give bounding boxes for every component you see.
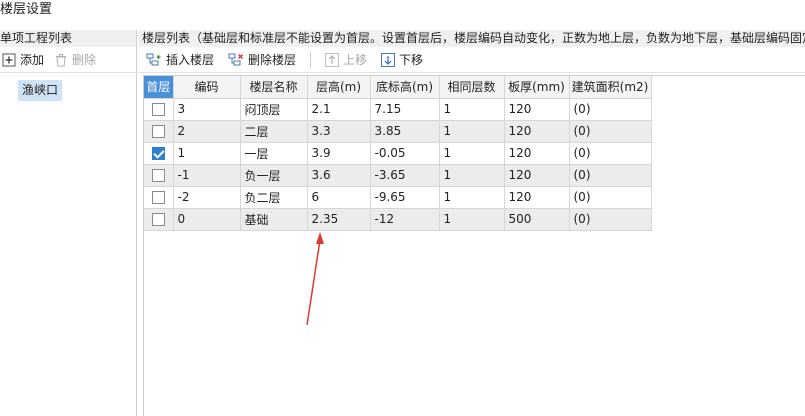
cell-first-floor xyxy=(144,208,174,231)
floor-toolbar: 插入楼层 删除楼层 上移 下移 xyxy=(138,47,805,73)
project-list-header: 单项工程列表 xyxy=(0,30,136,47)
cell-slab-thickness[interactable]: 120 xyxy=(504,98,570,121)
cell-bottom-elevation[interactable]: -9.65 xyxy=(370,186,440,209)
cell-floor-area[interactable]: (0) xyxy=(569,120,652,143)
cell-floor-area[interactable]: (0) xyxy=(569,208,652,231)
cell-floor-area[interactable]: (0) xyxy=(569,142,652,165)
cell-name[interactable]: 负一层 xyxy=(240,164,308,187)
insert-floor-icon xyxy=(146,53,161,65)
insert-floor-button[interactable]: 插入楼层 xyxy=(146,51,214,68)
cell-bottom-elevation[interactable]: 7.15 xyxy=(370,98,440,121)
cell-name[interactable]: 闷顶层 xyxy=(240,98,308,121)
table-header-row: 首层 编码 楼层名称 层高(m) 底标高(m) 相同层数 板厚(mm) 建筑面积… xyxy=(144,76,652,99)
table-row[interactable]: 2 二层 3.3 3.85 1 120 (0) xyxy=(144,120,652,143)
first-floor-checkbox[interactable] xyxy=(151,169,165,182)
cell-height[interactable]: 3.3 xyxy=(307,120,371,143)
project-item-selected[interactable]: 渔峡口 xyxy=(18,80,62,101)
add-icon xyxy=(2,53,16,66)
cell-code[interactable]: 3 xyxy=(173,98,241,121)
first-floor-checkbox[interactable] xyxy=(151,213,165,226)
arrow-up-icon xyxy=(325,52,340,67)
toolbar-separator xyxy=(310,51,312,68)
cell-floor-area[interactable]: (0) xyxy=(569,98,652,121)
col-header-bottom-elevation[interactable]: 底标高(m) xyxy=(370,76,440,99)
cell-code[interactable]: 1 xyxy=(173,142,241,165)
col-header-slab-thickness[interactable]: 板厚(mm) xyxy=(504,76,570,99)
cell-code[interactable]: -1 xyxy=(173,164,241,187)
floor-list-panel: 楼层列表（基础层和标准层不能设置为首层。设置首层后，楼层编码自动变化，正数为地上… xyxy=(138,30,805,416)
cell-height[interactable]: 3.9 xyxy=(307,142,371,165)
add-button[interactable]: 添加 xyxy=(2,51,44,68)
delete-label: 删除 xyxy=(72,53,97,67)
add-label: 添加 xyxy=(20,53,45,67)
cell-name[interactable]: 一层 xyxy=(240,142,308,165)
first-floor-checkbox[interactable] xyxy=(151,103,165,116)
cell-floor-area[interactable]: (0) xyxy=(569,186,652,209)
insert-floor-label: 插入楼层 xyxy=(166,53,215,67)
cell-slab-thickness[interactable]: 120 xyxy=(504,186,570,209)
cell-slab-thickness[interactable]: 120 xyxy=(504,164,570,187)
table-row[interactable]: 1 一层 3.9 -0.05 1 120 (0) xyxy=(144,142,652,165)
cell-same-count[interactable]: 1 xyxy=(439,186,505,209)
col-header-height[interactable]: 层高(m) xyxy=(307,76,371,99)
cell-bottom-elevation[interactable]: 3.85 xyxy=(370,120,440,143)
delete-floor-icon xyxy=(228,53,243,65)
table-row[interactable]: -1 负一层 3.6 -3.65 1 120 (0) xyxy=(144,164,652,187)
cell-same-count[interactable]: 1 xyxy=(439,142,505,165)
floor-list-header: 楼层列表（基础层和标准层不能设置为首层。设置首层后，楼层编码自动变化，正数为地上… xyxy=(138,30,805,47)
cell-same-count[interactable]: 1 xyxy=(439,164,505,187)
project-list-toolbar: 添加 删除 xyxy=(0,47,136,73)
floor-table-container: 首层 编码 楼层名称 层高(m) 底标高(m) 相同层数 板厚(mm) 建筑面积… xyxy=(143,75,805,416)
cell-slab-thickness[interactable]: 500 xyxy=(504,208,570,231)
col-header-first-floor[interactable]: 首层 xyxy=(144,76,174,99)
cell-slab-thickness[interactable]: 120 xyxy=(504,142,570,165)
cell-bottom-elevation[interactable]: -3.65 xyxy=(370,164,440,187)
cell-first-floor xyxy=(144,98,174,121)
first-floor-checkbox[interactable] xyxy=(151,147,165,160)
cell-code[interactable]: 2 xyxy=(173,120,241,143)
floor-table: 首层 编码 楼层名称 层高(m) 底标高(m) 相同层数 板厚(mm) 建筑面积… xyxy=(144,76,652,231)
cell-height[interactable]: 2.1 xyxy=(307,98,371,121)
trash-icon xyxy=(56,53,67,66)
move-down-button[interactable]: 下移 xyxy=(381,51,423,68)
cell-height[interactable]: 6 xyxy=(307,186,371,209)
cell-same-count[interactable]: 1 xyxy=(439,120,505,143)
cell-same-count[interactable]: 1 xyxy=(439,208,505,231)
window-title: 楼层设置 xyxy=(0,2,53,17)
cell-first-floor xyxy=(144,186,174,209)
project-list-panel: 单项工程列表 添加 删除 渔峡口 xyxy=(0,30,137,416)
cell-floor-area[interactable]: (0) xyxy=(569,164,652,187)
move-up-button[interactable]: 上移 xyxy=(325,51,367,68)
delete-floor-label: 删除楼层 xyxy=(248,53,297,67)
cell-bottom-elevation[interactable]: -12 xyxy=(370,208,440,231)
cell-slab-thickness[interactable]: 120 xyxy=(504,120,570,143)
cell-first-floor xyxy=(144,120,174,143)
cell-height[interactable]: 3.6 xyxy=(307,164,371,187)
first-floor-checkbox[interactable] xyxy=(151,125,165,138)
table-row[interactable]: -2 负二层 6 -9.65 1 120 (0) xyxy=(144,186,652,209)
first-floor-checkbox[interactable] xyxy=(151,191,165,204)
col-header-name[interactable]: 楼层名称 xyxy=(240,76,308,99)
move-up-label: 上移 xyxy=(343,53,368,67)
cell-name[interactable]: 二层 xyxy=(240,120,308,143)
cell-name[interactable]: 基础 xyxy=(240,208,308,231)
cell-name[interactable]: 负二层 xyxy=(240,186,308,209)
table-row[interactable]: 3 闷顶层 2.1 7.15 1 120 (0) xyxy=(144,98,652,121)
cell-bottom-elevation[interactable]: -0.05 xyxy=(370,142,440,165)
cell-height[interactable]: 2.35 xyxy=(307,208,371,231)
cell-first-floor xyxy=(144,142,174,165)
cell-first-floor xyxy=(144,164,174,187)
col-header-same-count[interactable]: 相同层数 xyxy=(439,76,505,99)
delete-button[interactable]: 删除 xyxy=(54,51,96,68)
cell-code[interactable]: 0 xyxy=(173,208,241,231)
cell-code[interactable]: -2 xyxy=(173,186,241,209)
move-down-label: 下移 xyxy=(399,53,424,67)
delete-floor-button[interactable]: 删除楼层 xyxy=(228,51,296,68)
col-header-code[interactable]: 编码 xyxy=(173,76,241,99)
cell-same-count[interactable]: 1 xyxy=(439,98,505,121)
arrow-down-icon xyxy=(381,52,396,67)
table-row[interactable]: 0 基础 2.35 -12 1 500 (0) xyxy=(144,208,652,231)
col-header-floor-area[interactable]: 建筑面积(m2) xyxy=(569,76,652,99)
